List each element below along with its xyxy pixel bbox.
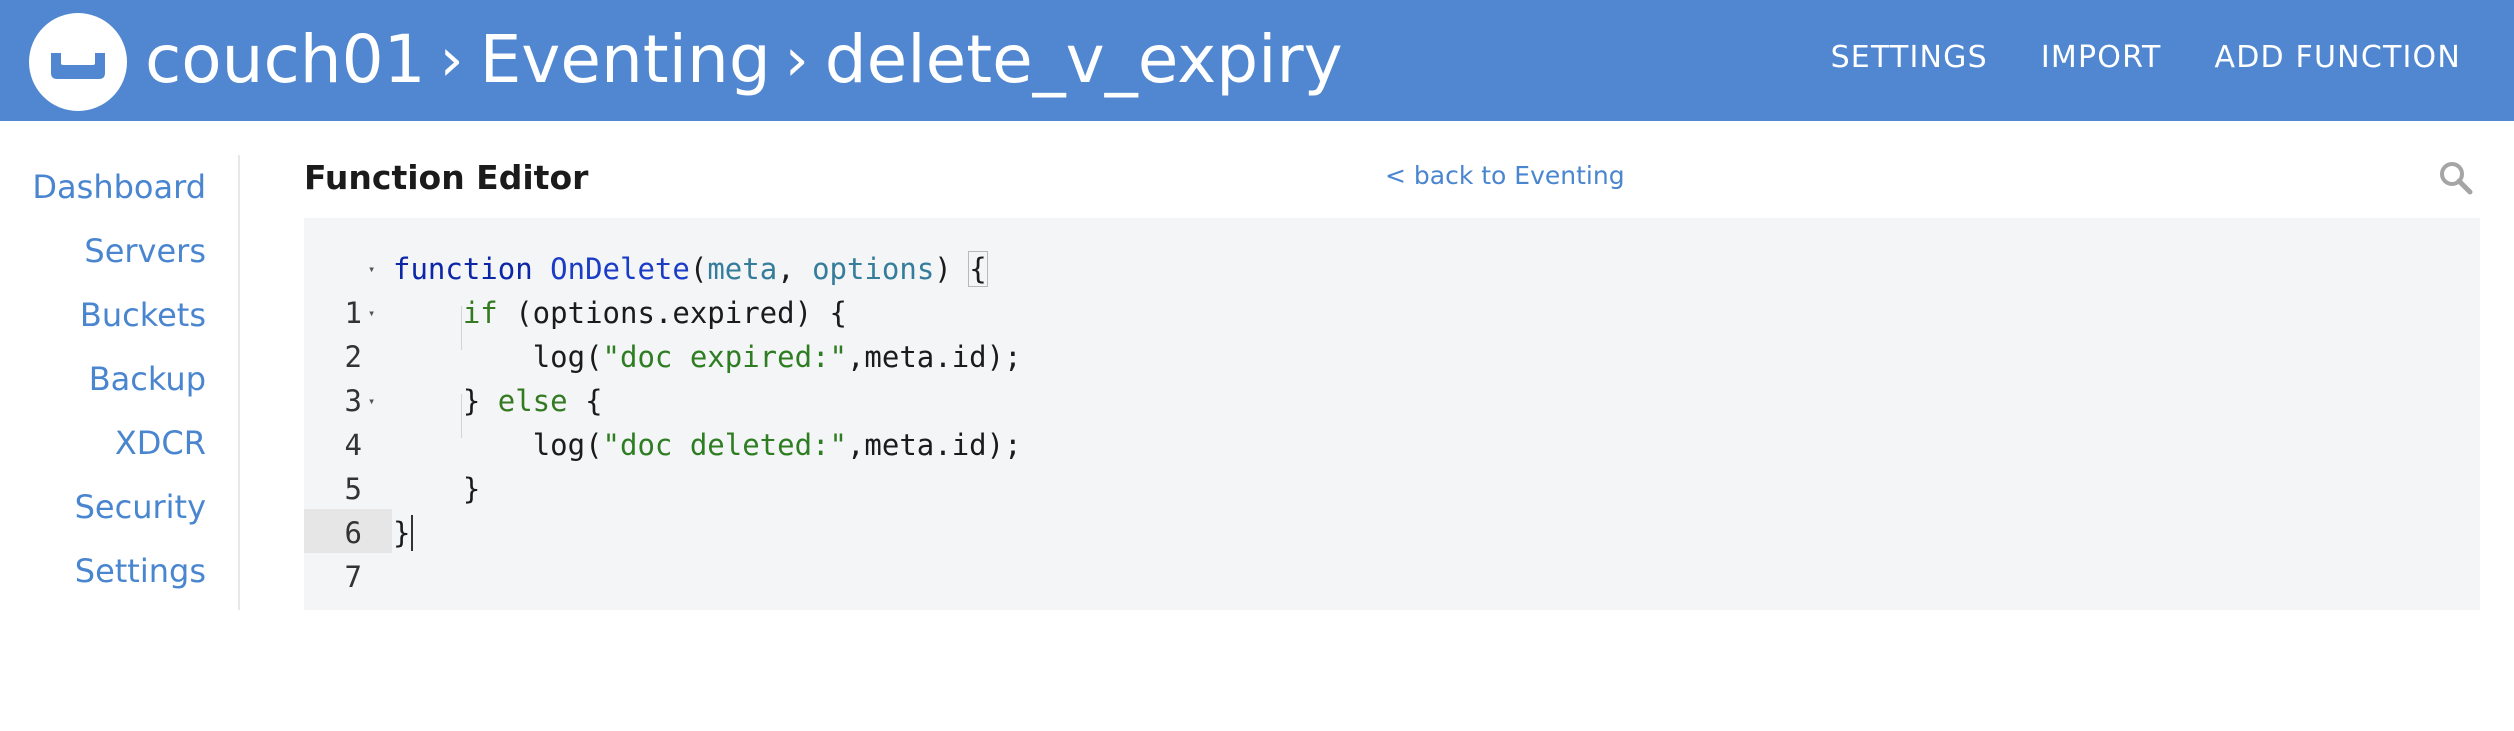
- code-line: 5 log("doc deleted:",meta.id);: [304, 423, 2480, 506]
- fold-toggle-icon[interactable]: ▾: [368, 291, 375, 335]
- add-function-link[interactable]: ADD FUNCTION: [2215, 40, 2462, 75]
- breadcrumb-separator: ›: [784, 25, 809, 95]
- breadcrumb-function: delete_v_expiry: [824, 21, 1343, 98]
- page-title: Function Editor: [304, 158, 589, 197]
- code-line: 3 log("doc expired:",meta.id);: [304, 335, 2480, 418]
- sidebar-item-xdcr[interactable]: XDCR: [0, 411, 206, 475]
- couchbase-logo-icon[interactable]: [29, 13, 127, 111]
- breadcrumb: couch01 › Eventing › delete_v_expiry: [145, 20, 1343, 100]
- import-link[interactable]: IMPORT: [2041, 40, 2162, 75]
- sidebar-item-servers[interactable]: Servers: [0, 219, 206, 283]
- settings-link[interactable]: SETTINGS: [1831, 40, 1988, 75]
- sidebar: Dashboard Servers Buckets Backup XDCR Se…: [0, 155, 206, 603]
- sidebar-item-settings[interactable]: Settings: [0, 539, 206, 603]
- fold-toggle-icon[interactable]: ▾: [368, 379, 375, 423]
- breadcrumb-separator: ›: [439, 25, 464, 95]
- sidebar-item-security[interactable]: Security: [0, 475, 206, 539]
- breadcrumb-eventing[interactable]: Eventing: [480, 20, 771, 100]
- line-number: 7: [344, 560, 362, 594]
- sidebar-divider: [238, 155, 240, 610]
- breadcrumb-cluster[interactable]: couch01: [145, 20, 426, 100]
- sidebar-item-dashboard[interactable]: Dashboard: [0, 155, 206, 219]
- sidebar-item-backup[interactable]: Backup: [0, 347, 206, 411]
- code-line: 2 ▾ if (options.expired) {: [304, 291, 2480, 374]
- code-line: 4 ▾ } else {: [304, 379, 2480, 462]
- code-line: 7 }: [304, 511, 2480, 594]
- top-header: couch01 › Eventing › delete_v_expiry SET…: [0, 0, 2514, 121]
- header-nav: SETTINGS IMPORT ADD FUNCTION: [1831, 40, 2461, 75]
- search-icon[interactable]: [2438, 160, 2474, 196]
- fold-toggle-icon[interactable]: ▾: [368, 247, 375, 291]
- code-editor[interactable]: 1 ▾ function OnDelete(meta, options) { 2…: [304, 218, 2480, 610]
- code-line: 6 }: [304, 467, 2480, 550]
- sidebar-item-buckets[interactable]: Buckets: [0, 283, 206, 347]
- text-cursor: [411, 515, 413, 551]
- code-line: 1 ▾ function OnDelete(meta, options) {: [304, 247, 2480, 330]
- back-to-eventing-link[interactable]: < back to Eventing: [1385, 161, 1625, 190]
